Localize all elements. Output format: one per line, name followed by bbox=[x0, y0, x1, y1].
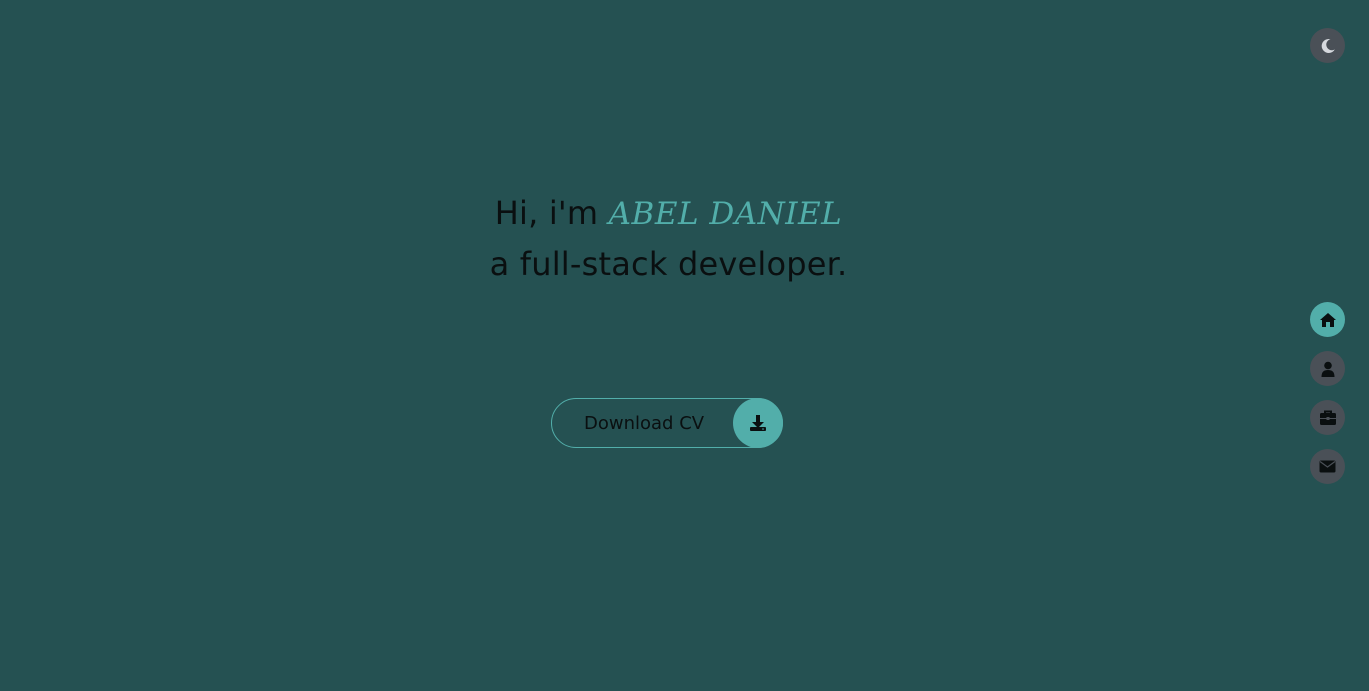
nav-item-portfolio[interactable] bbox=[1310, 400, 1345, 435]
hero-greeting-line: Hi, i'm ABEL DANIEL bbox=[0, 188, 1337, 239]
download-cv-button[interactable]: Download CV bbox=[551, 398, 783, 448]
hero-name: ABEL DANIEL bbox=[608, 196, 843, 232]
download-icon bbox=[733, 398, 783, 448]
hero-greeting: Hi, i'm bbox=[494, 194, 599, 232]
nav-item-contact[interactable] bbox=[1310, 449, 1345, 484]
moon-icon bbox=[1320, 38, 1336, 54]
side-nav bbox=[1310, 302, 1345, 484]
user-icon bbox=[1321, 361, 1335, 377]
nav-item-home[interactable] bbox=[1310, 302, 1345, 337]
hero-section: Hi, i'm ABEL DANIEL a full-stack develop… bbox=[0, 188, 1337, 289]
home-icon bbox=[1319, 312, 1337, 328]
theme-toggle-button[interactable] bbox=[1310, 28, 1345, 63]
nav-item-about[interactable] bbox=[1310, 351, 1345, 386]
hero-tagline: a full-stack developer. bbox=[489, 245, 848, 283]
envelope-icon bbox=[1319, 460, 1336, 473]
download-cv-label: Download CV bbox=[584, 412, 705, 434]
briefcase-icon bbox=[1319, 410, 1337, 426]
